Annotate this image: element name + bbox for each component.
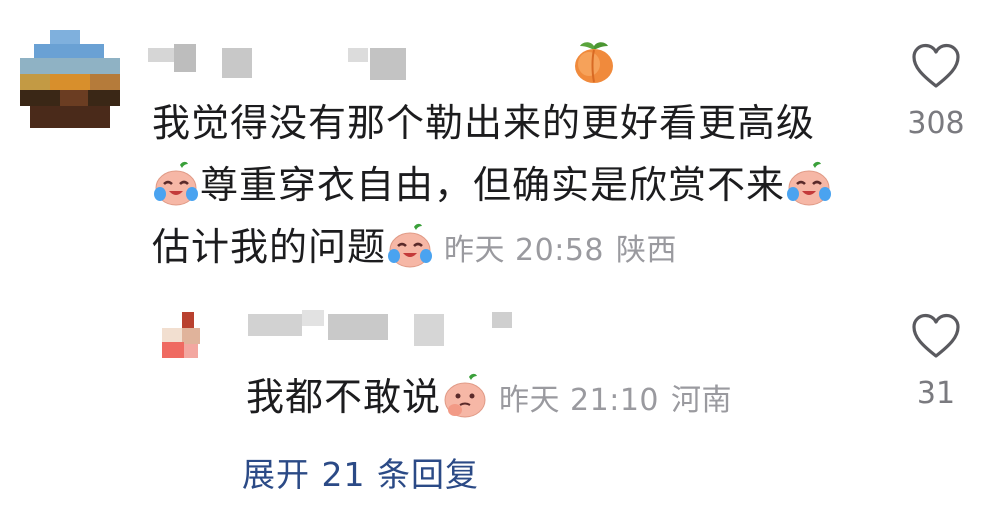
heart-outline-icon[interactable] (910, 42, 962, 90)
reply-time: 昨天 21:10 (499, 383, 660, 418)
comment-body: 我觉得没有那个勒出来的更好看更高级 尊重穿衣自由，但确实是欣赏不来 估计我的问题 (152, 92, 833, 282)
comment-like-count: 308 (907, 106, 965, 141)
crying-laughing-emoji (388, 223, 433, 268)
comment-line-2: 尊重穿衣自由，但确实是欣赏不来 (152, 154, 833, 216)
comment-time: 昨天 20:58 (444, 233, 605, 268)
comment-line-3: 估计我的问题 昨天 20:58 陕西 (152, 216, 833, 282)
crying-laughing-emoji (154, 161, 198, 206)
peach-emoji (575, 42, 613, 83)
commenter-avatar[interactable] (20, 30, 120, 130)
replier-avatar[interactable] (162, 312, 202, 364)
reply-meta: 昨天 21:10 河南 (499, 383, 732, 418)
reply-location: 河南 (671, 383, 733, 418)
replier-username[interactable] (248, 310, 520, 346)
expand-replies-link[interactable]: 展开 21 条回复 (242, 448, 479, 496)
comment-location: 陕西 (616, 233, 678, 268)
crying-laughing-emoji (787, 161, 832, 206)
reply-body: 我都不敢说 昨天 21:10 河南 (246, 366, 732, 432)
commenter-username[interactable] (148, 44, 418, 80)
comment-meta: 昨天 20:58 陕西 (444, 233, 677, 268)
reply-like-count: 31 (916, 376, 956, 411)
thinking-emoji (444, 373, 486, 418)
reply-text: 我都不敢说 (246, 375, 442, 419)
comment-line-1: 我觉得没有那个勒出来的更好看更高级 (152, 101, 816, 145)
heart-outline-icon[interactable] (910, 312, 962, 360)
